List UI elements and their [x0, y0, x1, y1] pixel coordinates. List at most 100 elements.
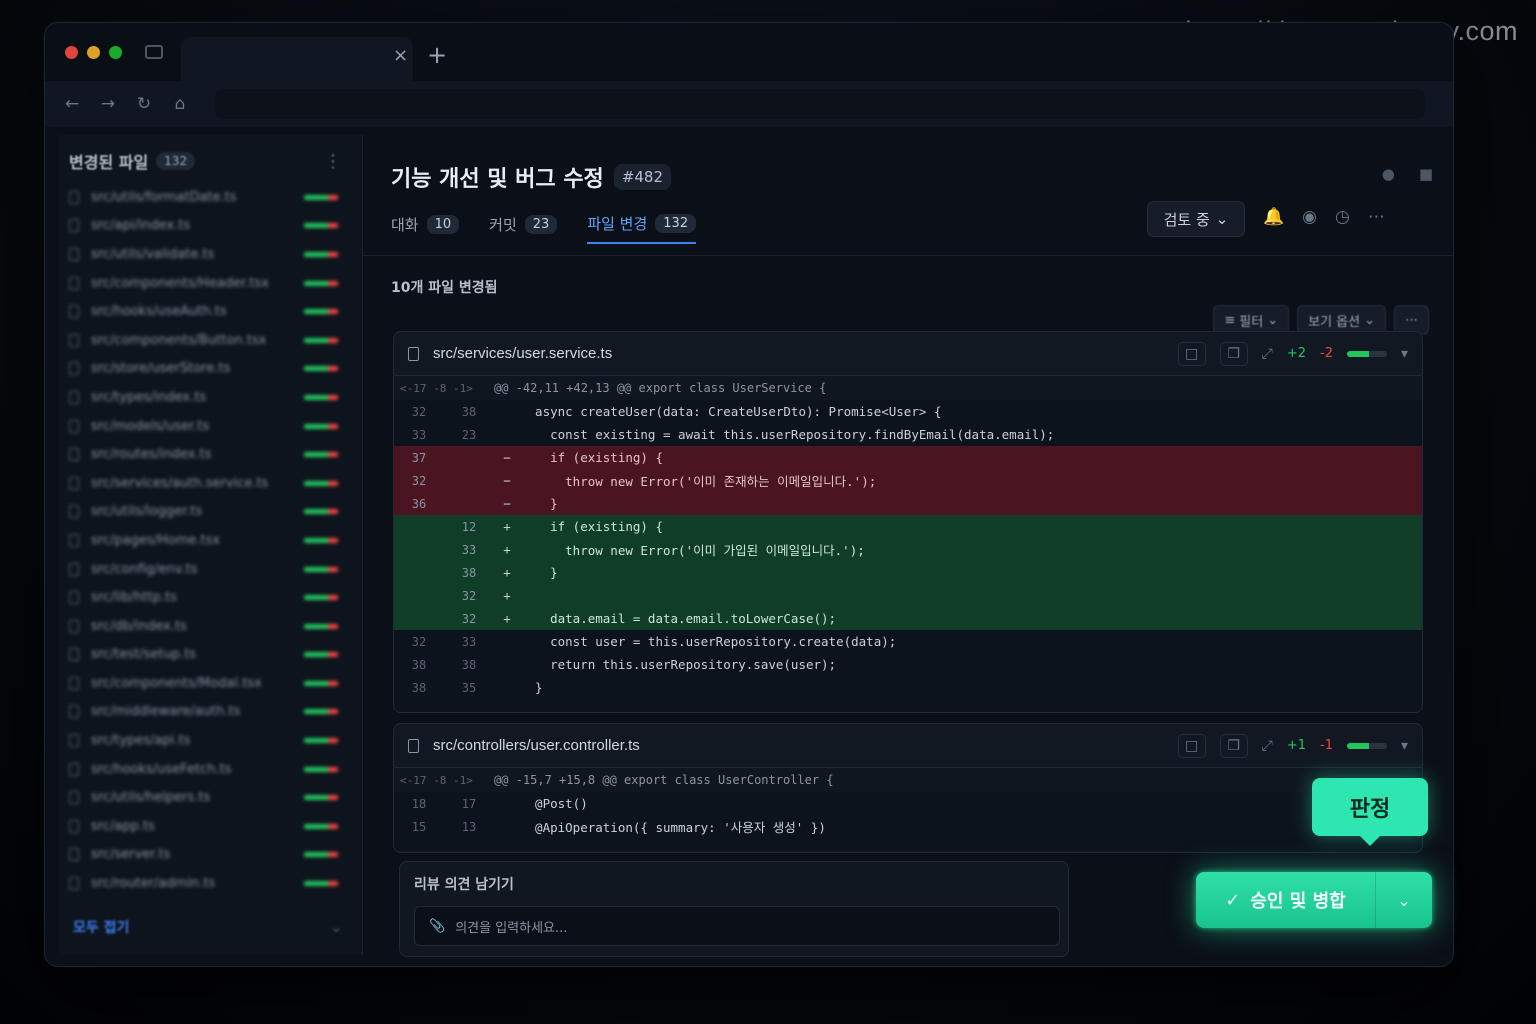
removed-line[interactable]: 37 − if (existing) {: [394, 446, 1422, 469]
diff-sign: +: [503, 519, 511, 534]
close-window-button[interactable]: [65, 45, 78, 59]
sidebar-file-item[interactable]: src/utils/formatDate.ts: [69, 183, 352, 212]
collapse-all-link[interactable]: 모두 접기: [73, 917, 129, 937]
collapse-caret-icon[interactable]: ▾: [1401, 738, 1408, 754]
code-text: data.email = data.email.toLowerCase();: [520, 611, 837, 626]
new-tab-icon[interactable]: +: [427, 41, 447, 69]
hunk-expand-controls[interactable]: <-17 -8 -1>: [394, 382, 494, 395]
context-line[interactable]: 32 38 async createUser(data: CreateUserDt…: [394, 400, 1422, 423]
sidebar-file-item[interactable]: src/lib/http.ts: [69, 583, 352, 612]
approve-merge-button[interactable]: ✓ 승인 및 병합 ⌄: [1196, 872, 1432, 928]
comment-icon[interactable]: □: [1177, 341, 1206, 366]
browser-window: × + ← → ↻ ⌂ 변경된 파일 132 ⋮ src/utils/forma…: [44, 22, 1454, 967]
sidebar-file-item[interactable]: src/store/userStore.ts: [69, 355, 352, 384]
sidebar-file-name: src/components/Modal.tsx: [91, 675, 262, 691]
diff-file-path[interactable]: src/services/user.service.ts: [433, 345, 612, 362]
back-icon[interactable]: ←: [63, 94, 81, 114]
sidebar-file-item[interactable]: src/server.ts: [69, 841, 352, 870]
reload-icon[interactable]: ↻: [135, 94, 153, 114]
review-status-dropdown[interactable]: 검토 중 ⌄: [1147, 201, 1245, 237]
sidebar-file-item[interactable]: src/services/auth.service.ts: [69, 469, 352, 498]
chevron-down-icon[interactable]: ⌄: [330, 917, 343, 937]
sidebar-file-item[interactable]: src/router/admin.ts: [69, 869, 352, 898]
sidebar-file-item[interactable]: src/hooks/useFetch.ts: [69, 755, 352, 784]
file-diff-stat-bar: [304, 251, 338, 257]
sidebar-toggle-icon[interactable]: [145, 45, 163, 59]
removed-line[interactable]: 32 − throw new Error('이미 존재하는 이메일입니다.');: [394, 469, 1422, 492]
sidebar-file-item[interactable]: src/test/setup.ts: [69, 641, 352, 670]
more-vertical-icon[interactable]: ⋮: [324, 151, 342, 172]
sidebar-file-name: src/services/auth.service.ts: [91, 475, 269, 491]
expand-icon[interactable]: ⤢: [1262, 346, 1273, 362]
sidebar-file-item[interactable]: src/components/Button.tsx: [69, 326, 352, 355]
sidebar-file-item[interactable]: src/components/Modal.tsx: [69, 669, 352, 698]
diff-file-path[interactable]: src/controllers/user.controller.ts: [433, 737, 640, 754]
new-line-number: 12: [461, 519, 477, 534]
maximize-window-button[interactable]: [109, 45, 122, 59]
context-line[interactable]: 38 38 return this.userRepository.save(use…: [394, 653, 1422, 676]
context-line[interactable]: 33 23 const existing = await this.userRep…: [394, 423, 1422, 446]
home-icon[interactable]: ⌂: [171, 94, 189, 114]
minimize-window-button[interactable]: [87, 45, 100, 59]
approve-main-action[interactable]: ✓ 승인 및 병합: [1196, 872, 1376, 928]
diff-sign: −: [503, 450, 511, 465]
more-horizontal-icon[interactable]: ⋯: [1368, 207, 1385, 227]
sidebar-file-item[interactable]: src/db/index.ts: [69, 612, 352, 641]
review-input[interactable]: 📎 의견을 입력하세요...: [414, 906, 1060, 946]
tab-conversation[interactable]: 대화 10: [391, 213, 460, 244]
sidebar-file-item[interactable]: src/components/Header.tsx: [69, 269, 352, 298]
sidebar-file-item[interactable]: src/middleware/auth.ts: [69, 698, 352, 727]
context-line[interactable]: 32 33 const user = this.userRepository.cr…: [394, 630, 1422, 653]
bell-icon[interactable]: 🔔: [1263, 207, 1284, 227]
file-icon: [408, 346, 419, 361]
sidebar-file-item[interactable]: src/types/api.ts: [69, 726, 352, 755]
address-bar[interactable]: [215, 89, 1425, 119]
sidebar-file-item[interactable]: src/config/env.ts: [69, 555, 352, 584]
code-text: return this.userRepository.save(user);: [520, 657, 837, 672]
hunk-expand-controls[interactable]: <-17 -8 -1>: [394, 774, 494, 787]
added-line[interactable]: 33 + throw new Error('이미 가입된 이메일입니다.');: [394, 538, 1422, 561]
file-icon: [69, 734, 79, 748]
tab-commits[interactable]: 커밋 23: [489, 213, 558, 244]
pr-title-text: 기능 개선 및 버그 수정: [391, 167, 604, 192]
comment-icon[interactable]: □: [1177, 733, 1206, 758]
added-line[interactable]: 32 + data.email = data.email.toLowerCase(…: [394, 607, 1422, 630]
expand-icon[interactable]: ⤢: [1262, 738, 1273, 754]
copy-icon[interactable]: ❐: [1219, 341, 1248, 366]
file-icon: [69, 591, 79, 605]
context-line[interactable]: 15 13 @ApiOperation({ summary: '사용자 생성' }…: [394, 815, 1422, 838]
sidebar-file-item[interactable]: src/utils/helpers.ts: [69, 783, 352, 812]
history-icon[interactable]: ◷: [1335, 207, 1350, 227]
context-line[interactable]: 38 35 }: [394, 676, 1422, 699]
sidebar-file-item[interactable]: src/models/user.ts: [69, 412, 352, 441]
added-line[interactable]: 12 + if (existing) {: [394, 515, 1422, 538]
profile-icon[interactable]: ■: [1419, 165, 1433, 183]
copy-icon[interactable]: ❐: [1219, 733, 1248, 758]
extension-icon[interactable]: ●: [1382, 165, 1395, 183]
deletions-count: -2: [1320, 346, 1333, 361]
sidebar-file-item[interactable]: src/utils/validate.ts: [69, 240, 352, 269]
settings-icon[interactable]: ◉: [1302, 207, 1317, 227]
new-line-number: 35: [461, 680, 477, 695]
tab-close-icon[interactable]: ×: [393, 45, 408, 66]
forward-icon[interactable]: →: [99, 94, 117, 114]
sidebar-file-item[interactable]: src/pages/Home.tsx: [69, 526, 352, 555]
sidebar-file-item[interactable]: src/routes/index.ts: [69, 440, 352, 469]
sidebar-file-item[interactable]: src/hooks/useAuth.ts: [69, 297, 352, 326]
new-line-number: 33: [461, 542, 477, 557]
paperclip-icon[interactable]: 📎: [429, 919, 445, 934]
sidebar-file-name: src/router/admin.ts: [91, 876, 216, 892]
sidebar-file-item[interactable]: src/types/index.ts: [69, 383, 352, 412]
approve-options-chevron-icon[interactable]: ⌄: [1376, 872, 1432, 928]
file-icon: [69, 476, 79, 490]
added-line[interactable]: 38 + }: [394, 561, 1422, 584]
tab-files-changed[interactable]: 파일 변경 132: [587, 213, 697, 244]
sidebar-file-item[interactable]: src/utils/logger.ts: [69, 498, 352, 527]
context-line[interactable]: 18 17 @Post(): [394, 792, 1422, 815]
removed-line[interactable]: 36 − }: [394, 492, 1422, 515]
sidebar-file-item[interactable]: src/api/index.ts: [69, 212, 352, 241]
collapse-caret-icon[interactable]: ▾: [1401, 346, 1408, 362]
sidebar-file-item[interactable]: src/app.ts: [69, 812, 352, 841]
added-line[interactable]: 32 +: [394, 584, 1422, 607]
browser-tab[interactable]: [181, 37, 413, 81]
